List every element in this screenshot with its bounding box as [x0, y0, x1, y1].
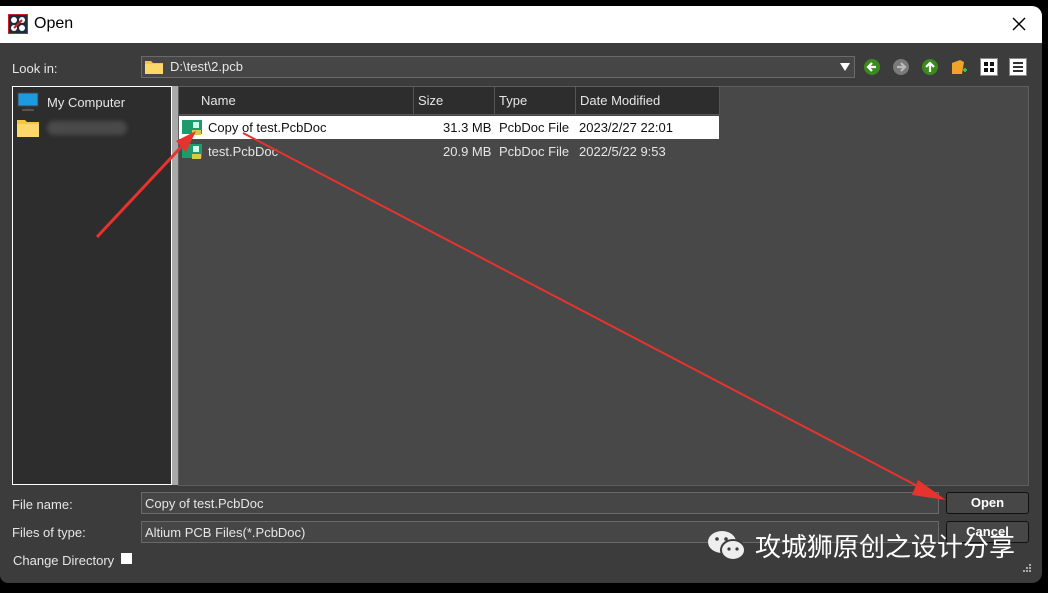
column-header-date[interactable]: Date Modified: [576, 87, 720, 115]
pcbdoc-file-icon: [182, 120, 202, 135]
wechat-icon: [708, 530, 746, 561]
close-icon[interactable]: [1008, 13, 1030, 35]
file-modified: 2023/2/27 22:01: [579, 120, 673, 135]
watermark: 攻城狮原创之设计分享: [707, 527, 1015, 564]
redacted-label: [47, 121, 127, 135]
file-list: Name Size Type Date Modified Copy of tes…: [178, 86, 1029, 486]
look-in-dropdown[interactable]: D:\test\2.pcb: [141, 56, 855, 78]
resize-grip-icon[interactable]: [1022, 563, 1032, 573]
computer-icon: [17, 92, 39, 111]
forward-arrow-icon[interactable]: [892, 58, 910, 76]
change-directory-checkbox[interactable]: [121, 553, 132, 564]
file-row[interactable]: Copy of test.PcbDoc 31.3 MB PcbDoc File …: [179, 116, 719, 139]
place-my-computer[interactable]: My Computer: [17, 91, 125, 113]
column-header-type[interactable]: Type: [495, 87, 576, 115]
file-name: test.PcbDoc: [208, 144, 279, 159]
altium-logo-icon: [8, 14, 28, 34]
file-type: PcbDoc File: [499, 144, 570, 159]
file-name-input[interactable]: Copy of test.PcbDoc: [141, 492, 939, 514]
file-type: PcbDoc File: [499, 120, 570, 135]
list-view-icon[interactable]: [980, 58, 998, 76]
file-name: Copy of test.PcbDoc: [208, 120, 327, 135]
file-name-label: File name:: [12, 497, 73, 512]
place-label: My Computer: [47, 94, 126, 110]
places-sidebar: My Computer: [12, 86, 172, 485]
new-folder-icon[interactable]: [950, 58, 968, 76]
change-directory-label: Change Directory: [13, 553, 115, 568]
folder-icon: [145, 61, 163, 74]
watermark-text: 攻城狮原创之设计分享: [755, 532, 1016, 562]
file-size: 31.3 MB: [443, 120, 492, 135]
column-header-name[interactable]: Name: [179, 87, 414, 115]
place-folder[interactable]: [17, 117, 127, 139]
look-in-label: Look in:: [12, 61, 58, 76]
look-in-path: D:\test\2.pcb: [170, 59, 243, 74]
up-folder-icon[interactable]: [921, 58, 939, 76]
file-modified: 2022/5/22 9:53: [579, 144, 666, 159]
back-arrow-icon[interactable]: [863, 58, 881, 76]
title-bar: Open: [0, 6, 1042, 43]
file-size: 20.9 MB: [443, 144, 492, 159]
pcbdoc-file-icon: [182, 144, 202, 159]
dialog-title: Open: [34, 15, 74, 32]
folder-icon: [17, 120, 39, 137]
chevron-down-icon[interactable]: [840, 63, 850, 71]
open-button[interactable]: Open: [946, 492, 1029, 514]
details-view-icon[interactable]: [1009, 58, 1027, 76]
file-row[interactable]: test.PcbDoc 20.9 MB PcbDoc File 2022/5/2…: [179, 140, 719, 163]
open-dialog: Open Look in: D:\test\2.pcb My Computer …: [0, 6, 1042, 583]
files-of-type-label: Files of type:: [12, 525, 86, 540]
column-header-size[interactable]: Size: [414, 87, 495, 115]
